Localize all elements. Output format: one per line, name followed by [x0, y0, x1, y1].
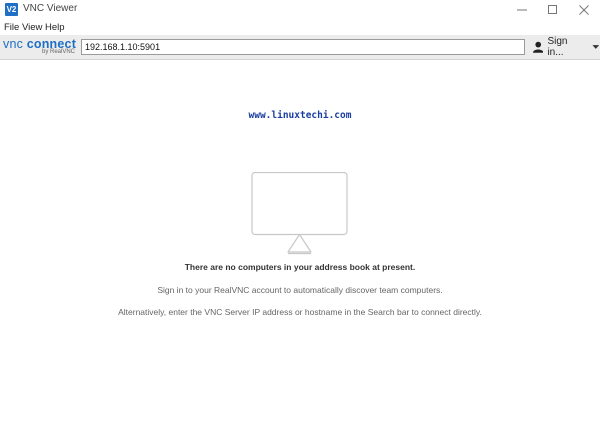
vnc-connect-logo: vnc connect by RealVNC	[3, 37, 77, 57]
close-button[interactable]	[567, 0, 600, 20]
toolbar: vnc connect by RealVNC Sign in...	[0, 35, 600, 60]
menu-file[interactable]: File	[4, 22, 19, 33]
chevron-down-icon	[592, 45, 600, 49]
empty-state-signin-hint: Sign in to your RealVNC account to autom…	[157, 285, 443, 295]
monitor-icon	[251, 172, 348, 255]
maximize-button[interactable]	[536, 0, 569, 20]
minimize-icon	[516, 9, 527, 11]
window-title: VNC Viewer	[23, 3, 78, 14]
user-icon	[533, 41, 544, 53]
vnc-app-icon: V2	[5, 3, 18, 16]
menu-help[interactable]: Help	[45, 22, 65, 33]
sign-in-label: Sign in...	[547, 36, 568, 58]
watermark-text: www.linuxtechi.com	[248, 110, 352, 121]
minimize-button[interactable]	[505, 0, 538, 20]
close-icon	[578, 5, 589, 15]
empty-state-heading: There are no computers in your address b…	[184, 262, 416, 272]
address-input[interactable]	[81, 39, 525, 55]
menu-bar: File View Help	[0, 20, 600, 35]
menu-view[interactable]: View	[22, 22, 42, 33]
maximize-icon	[547, 5, 557, 14]
logo-subtitle: by RealVNC	[41, 49, 75, 55]
logo-text-vnc: vnc	[3, 37, 27, 51]
title-bar: V2 VNC Viewer	[0, 0, 600, 20]
sign-in-button[interactable]: Sign in...	[533, 36, 600, 58]
empty-state-search-hint: Alternatively, enter the VNC Server IP a…	[118, 307, 482, 317]
